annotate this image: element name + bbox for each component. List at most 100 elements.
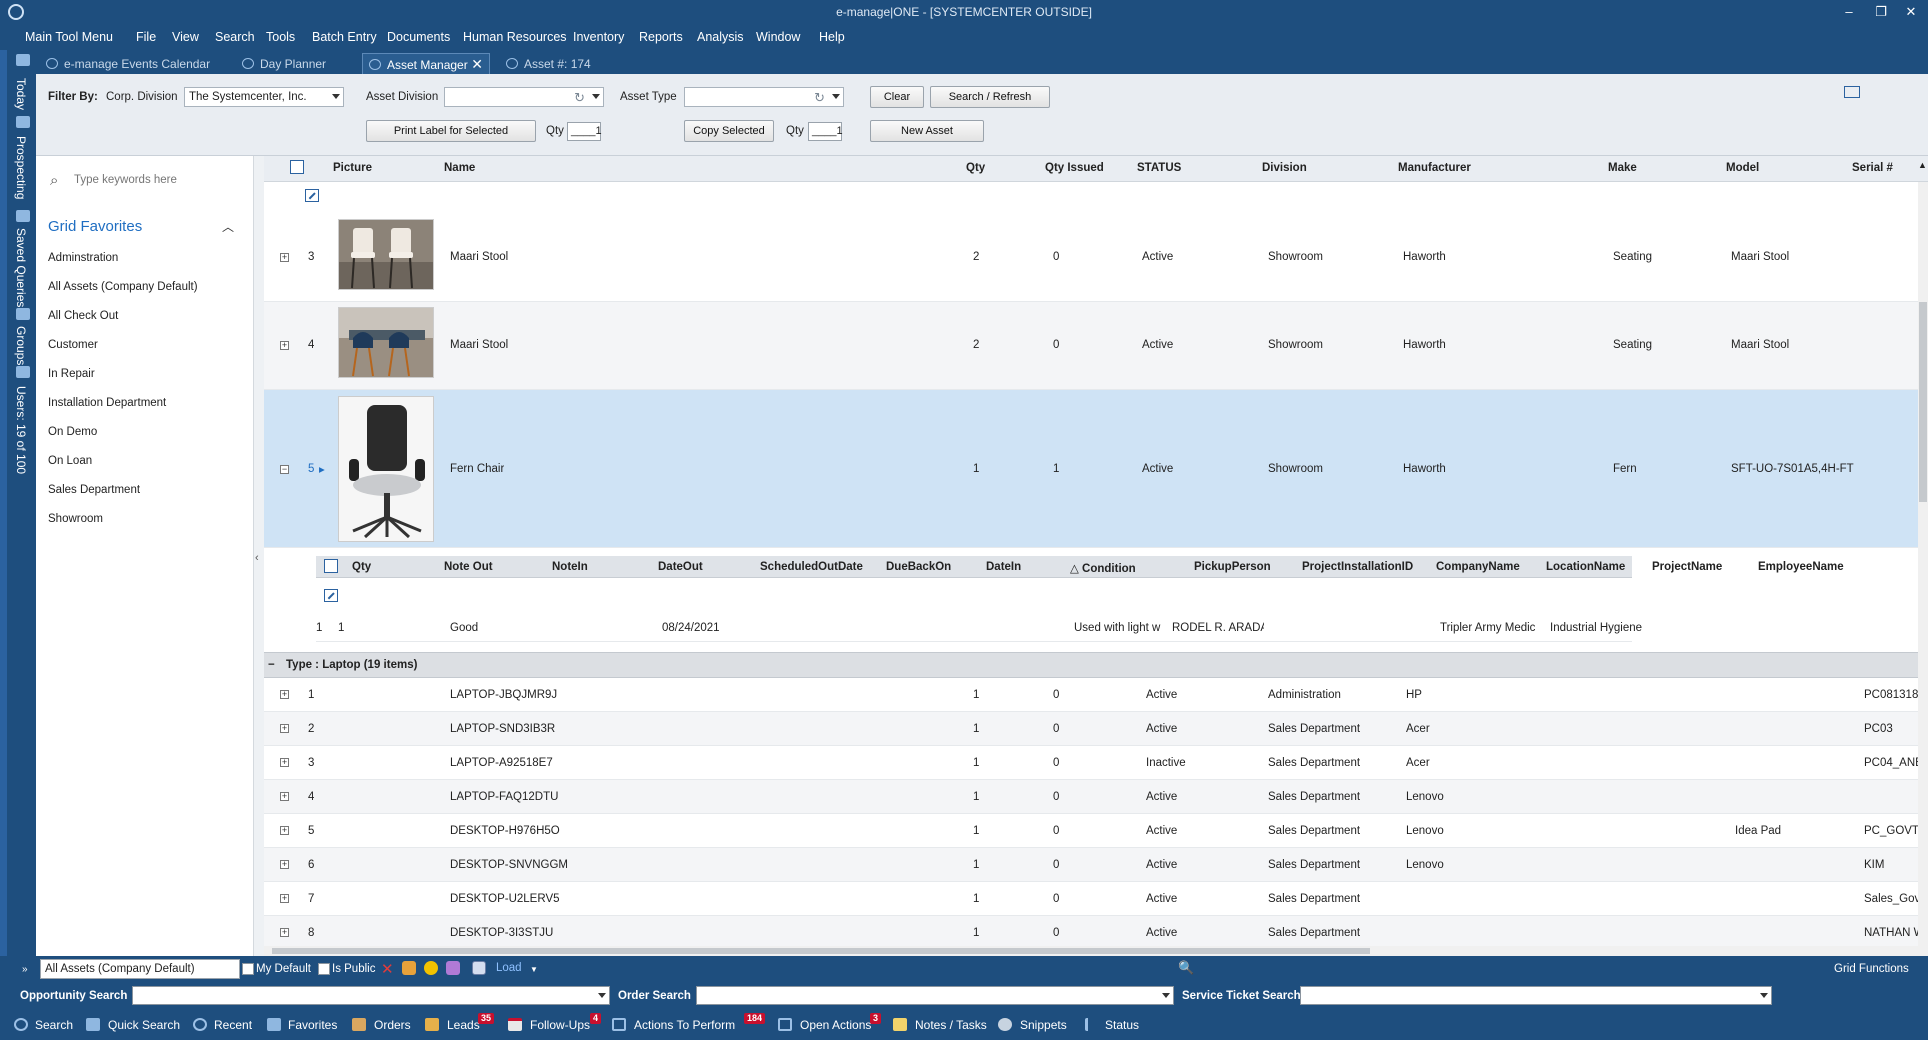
- menu-search[interactable]: Search: [215, 30, 255, 44]
- table-row[interactable]: + 1 LAPTOP-JBQJMR9J 1 0 Active Administr…: [264, 678, 1928, 712]
- menu-documents[interactable]: Documents: [387, 30, 450, 44]
- favorite-item[interactable]: Showroom: [48, 513, 103, 525]
- col-make[interactable]: Make: [1608, 162, 1637, 174]
- col-qty[interactable]: Qty: [966, 162, 985, 174]
- sub-col-date-in[interactable]: DateIn: [986, 561, 1021, 573]
- home-icon[interactable]: [16, 54, 30, 66]
- panel-splitter[interactable]: ‹: [254, 156, 264, 956]
- scroll-thumb[interactable]: [1919, 302, 1927, 502]
- restore-button[interactable]: ❐: [1866, 2, 1896, 22]
- sub-col-qty[interactable]: Qty: [352, 561, 371, 573]
- nav-favorites[interactable]: Favorites: [288, 1018, 337, 1032]
- favorite-item[interactable]: All Assets (Company Default): [48, 281, 198, 293]
- col-serial[interactable]: Serial #: [1852, 162, 1893, 174]
- column-chooser-icon[interactable]: [290, 160, 304, 174]
- is-public-checkbox[interactable]: [318, 963, 330, 975]
- checkout-row[interactable]: 1 1 Good 08/24/2021 Used with light w RO…: [316, 614, 1642, 642]
- col-picture[interactable]: Picture: [333, 162, 372, 174]
- table-row-selected[interactable]: − 5 ▸ Fern Chair 1 1 Active Showroom Haw…: [264, 390, 1928, 548]
- tab-asset-manager[interactable]: Asset Manager ✕: [362, 53, 490, 74]
- hand-icon[interactable]: [402, 961, 416, 975]
- nav-follow-ups[interactable]: Follow-Ups: [530, 1018, 590, 1032]
- close-window-button[interactable]: ✕: [1896, 2, 1926, 22]
- nav-actions-to-perform[interactable]: Actions To Perform: [634, 1018, 735, 1032]
- col-name[interactable]: Name: [444, 162, 475, 174]
- table-row[interactable]: + 3 Maari Stool 2 0 Active Showroom Hawo…: [264, 214, 1928, 302]
- table-row[interactable]: + 6 DESKTOP-SNVNGGM 1 0 Active Sales Dep…: [264, 848, 1928, 882]
- vertical-scrollbar[interactable]: [1918, 182, 1928, 956]
- group-row-laptop[interactable]: − Type : Laptop (19 items): [264, 652, 1928, 678]
- favorites-search-input[interactable]: [74, 174, 244, 186]
- save-icon[interactable]: [472, 961, 486, 975]
- table-row[interactable]: + 7 DESKTOP-U2LERV5 1 0 Active Sales Dep…: [264, 882, 1928, 916]
- sub-col-date-out[interactable]: DateOut: [658, 561, 703, 573]
- clear-button[interactable]: Clear: [870, 86, 924, 108]
- nav-leads[interactable]: Leads: [447, 1018, 480, 1032]
- sub-col-scheduled-out[interactable]: ScheduledOutDate: [760, 561, 863, 573]
- expand-row-icon[interactable]: +: [280, 792, 289, 801]
- collapse-chevron-icon[interactable]: ︿: [222, 218, 234, 235]
- print-label-button[interactable]: Print Label for Selected: [366, 120, 536, 142]
- expand-row-icon[interactable]: +: [280, 758, 289, 767]
- nav-quick-search[interactable]: Quick Search: [108, 1018, 180, 1032]
- exit-icon[interactable]: [1844, 86, 1860, 98]
- col-division[interactable]: Division: [1262, 162, 1307, 174]
- minimize-button[interactable]: –: [1834, 2, 1864, 22]
- print-qty-input[interactable]: ____1: [567, 122, 602, 141]
- asset-division-select[interactable]: ↻: [444, 87, 604, 107]
- new-asset-button[interactable]: New Asset: [870, 120, 984, 142]
- sub-col-company-name[interactable]: CompanyName: [1436, 561, 1520, 573]
- table-row[interactable]: + 8 DESKTOP-3I3STJU 1 0 Active Sales Dep…: [264, 916, 1928, 950]
- favorite-item[interactable]: In Repair: [48, 368, 95, 380]
- menu-batch-entry[interactable]: Batch Entry: [312, 30, 377, 44]
- corp-division-select[interactable]: The Systemcenter, Inc.: [184, 87, 344, 107]
- side-tab-groups[interactable]: Groups: [14, 326, 28, 365]
- delete-query-icon[interactable]: ✕: [381, 960, 394, 978]
- service-ticket-search-input[interactable]: [1300, 986, 1772, 1005]
- horizontal-scrollbar[interactable]: [264, 946, 1918, 956]
- side-tab-saved-queries[interactable]: Saved Queries: [14, 228, 28, 307]
- expand-row-icon[interactable]: +: [280, 860, 289, 869]
- tab-day-planner[interactable]: Day Planner: [236, 53, 334, 74]
- nav-notes-tasks[interactable]: Notes / Tasks: [915, 1018, 987, 1032]
- side-tab-today[interactable]: Today: [14, 78, 28, 110]
- filter-row-icon[interactable]: [305, 189, 319, 202]
- my-default-checkbox[interactable]: [242, 963, 254, 975]
- nav-orders[interactable]: Orders: [374, 1018, 411, 1032]
- saved-query-select[interactable]: All Assets (Company Default): [40, 959, 240, 979]
- expand-row-icon[interactable]: +: [280, 826, 289, 835]
- menu-file[interactable]: File: [136, 30, 156, 44]
- sub-col-condition[interactable]: △ Condition: [1070, 561, 1136, 575]
- nav-recent[interactable]: Recent: [214, 1018, 252, 1032]
- grid-functions-button[interactable]: Grid Functions: [1834, 963, 1909, 975]
- table-row[interactable]: + 3 LAPTOP-A92518E7 1 0 Inactive Sales D…: [264, 746, 1928, 780]
- col-qty-issued[interactable]: Qty Issued: [1045, 162, 1104, 174]
- chevron-down-icon[interactable]: ▼: [530, 965, 538, 974]
- tab-asset-174[interactable]: Asset #: 174: [500, 53, 599, 74]
- scroll-thumb[interactable]: [272, 948, 1370, 954]
- export-icon[interactable]: [446, 961, 460, 975]
- collapse-row-icon[interactable]: −: [280, 465, 289, 474]
- menu-inventory[interactable]: Inventory: [573, 30, 624, 44]
- expand-row-icon[interactable]: +: [280, 690, 289, 699]
- col-status[interactable]: STATUS: [1137, 162, 1181, 174]
- copy-qty-input[interactable]: ____1: [808, 122, 843, 141]
- menu-main-tool-menu[interactable]: Main Tool Menu: [25, 30, 113, 44]
- search-refresh-button[interactable]: Search / Refresh: [930, 86, 1050, 108]
- favorite-item[interactable]: Adminstration: [48, 252, 118, 264]
- menu-view[interactable]: View: [172, 30, 199, 44]
- favorite-item[interactable]: Sales Department: [48, 484, 140, 496]
- menu-tools[interactable]: Tools: [266, 30, 295, 44]
- group-collapse-icon[interactable]: −: [268, 659, 275, 671]
- order-search-input[interactable]: [696, 986, 1174, 1005]
- copy-selected-button[interactable]: Copy Selected: [684, 120, 774, 142]
- expand-icon[interactable]: »: [22, 964, 28, 975]
- table-row[interactable]: + 5 DESKTOP-H976H5O 1 0 Active Sales Dep…: [264, 814, 1928, 848]
- menu-analysis[interactable]: Analysis: [697, 30, 744, 44]
- column-chooser-icon[interactable]: [324, 559, 338, 573]
- sub-col-employee-name[interactable]: EmployeeName: [1758, 561, 1844, 573]
- sub-col-note-in[interactable]: NoteIn: [552, 561, 588, 573]
- expand-row-icon[interactable]: +: [280, 894, 289, 903]
- favorite-item[interactable]: Customer: [48, 339, 98, 351]
- collapse-panel-icon[interactable]: ‹: [255, 552, 259, 564]
